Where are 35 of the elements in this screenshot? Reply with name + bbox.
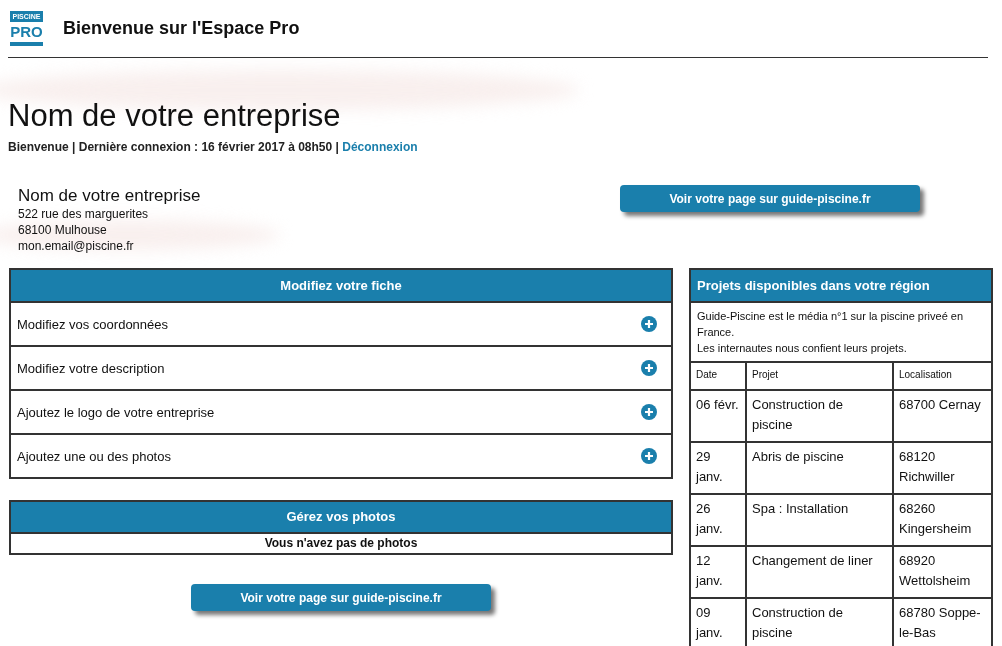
table-cell: Construction de piscine bbox=[746, 390, 893, 442]
fiche-item[interactable]: Modifiez vos coordonnées bbox=[11, 303, 671, 345]
plus-icon[interactable] bbox=[641, 316, 657, 332]
table-cell: Spa : Installation bbox=[746, 494, 893, 546]
company-email: mon.email@piscine.fr bbox=[18, 238, 135, 254]
fiche-item[interactable]: Ajoutez le logo de votre entreprise bbox=[11, 389, 671, 433]
table-cell: 26 janv. bbox=[691, 494, 746, 546]
table-cell: 29 janv. bbox=[691, 442, 746, 494]
intro-text: Guide-Piscine est le média n°1 sur la piscine priveé en France. bbox=[697, 309, 965, 340]
column-header: Date bbox=[691, 362, 746, 390]
table-cell: Abris de piscine bbox=[746, 442, 893, 494]
panel-title: Gérez vos photos bbox=[11, 502, 671, 534]
plus-icon[interactable] bbox=[641, 448, 657, 464]
no-photos-message: Vous n'avez pas de photos bbox=[263, 535, 419, 552]
company-address: 522 rue des marguerites bbox=[18, 206, 150, 222]
intro-text: Les internautes nous confient leurs projets. bbox=[697, 341, 908, 356]
table-cell: 12 janv. bbox=[691, 546, 746, 598]
fiche-item[interactable]: Modifiez votre description bbox=[11, 345, 671, 389]
view-page-button[interactable]: Voir votre page sur guide-piscine.fr bbox=[620, 185, 920, 212]
column-header: Projet bbox=[746, 362, 893, 390]
fiche-item[interactable]: Ajoutez une ou des photos bbox=[11, 433, 671, 477]
company-city: 68100 Mulhouse bbox=[18, 222, 108, 238]
table-cell: 06 févr. bbox=[691, 390, 746, 442]
header-title: Bienvenue sur l'Espace Pro bbox=[63, 18, 300, 39]
plus-icon[interactable] bbox=[641, 404, 657, 420]
column-header: Localisation bbox=[893, 362, 991, 390]
company-name: Nom de votre entreprise bbox=[18, 186, 201, 206]
logout-link[interactable]: Déconnexion bbox=[342, 140, 418, 154]
view-page-button[interactable]: Voir votre page sur guide-piscine.fr bbox=[191, 584, 491, 611]
table-cell: Changement de liner bbox=[746, 546, 893, 598]
login-info: Bienvenue | Dernière connexion : 16 février 2017 à 08h50 | bbox=[8, 140, 339, 154]
page-title: Nom de votre entreprise bbox=[8, 98, 342, 134]
plus-icon[interactable] bbox=[641, 360, 657, 376]
panel-title: Modifiez votre fiche bbox=[11, 270, 671, 303]
panel-title: Projets disponibles dans votre région bbox=[691, 270, 991, 303]
